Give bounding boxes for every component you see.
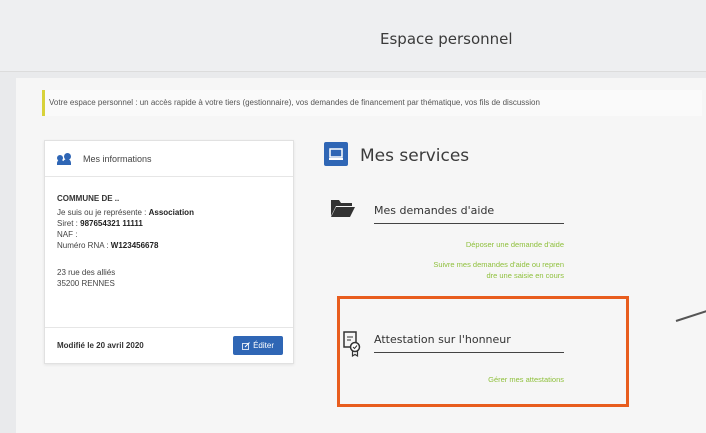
info-card: Mes informations COMMUNE DE .. Je suis o… (44, 140, 294, 364)
highlight-box (337, 296, 629, 407)
represent-label: Je suis ou je représente : (57, 208, 149, 217)
demandes-title[interactable]: Mes demandes d'aide (374, 204, 564, 224)
suivre-demandes-line1: Suivre mes demandes d'aide ou repren (433, 260, 564, 269)
services-title: Mes services (360, 146, 470, 166)
represent-line: Je suis ou je représente : Association (57, 207, 293, 218)
info-card-title: Mes informations (83, 153, 152, 164)
page-title: Espace personnel (380, 30, 513, 48)
siret-label: Siret : (57, 219, 81, 228)
monitor-icon (324, 142, 348, 166)
siret-value: 987654321 11111 (80, 219, 143, 228)
intro-banner: Votre espace personnel : un accès rapide… (42, 90, 702, 116)
address-line1: 23 rue des alliés (57, 268, 116, 277)
folder-open-icon (331, 200, 355, 217)
rna-line: Numéro RNA : W123456678 (57, 240, 293, 251)
info-card-header: Mes informations (45, 141, 293, 177)
info-card-body: COMMUNE DE .. Je suis ou je représente :… (45, 177, 293, 289)
suivre-demandes-link[interactable]: Suivre mes demandes d'aide ou repren dre… (433, 259, 564, 281)
org-name: COMMUNE DE .. (57, 194, 120, 203)
edit-button-label: Éditer (253, 341, 274, 350)
users-icon (57, 152, 71, 165)
edit-button[interactable]: Éditer (233, 336, 283, 355)
modified-date: Modifié le 20 avril 2020 (57, 341, 144, 350)
suivre-demandes-line2: dre une saisie en cours (486, 271, 564, 280)
naf-line: NAF : (57, 230, 78, 239)
edit-icon (242, 341, 250, 350)
page-header: Espace personnel (0, 0, 706, 72)
siret-line: Siret : 987654321 11111 (57, 218, 293, 229)
rna-value: W123456678 (110, 241, 159, 250)
rna-label: Numéro RNA : (57, 241, 111, 250)
info-card-footer: Modifié le 20 avril 2020 Éditer (45, 327, 293, 363)
address-line2: 35200 RENNES (57, 279, 115, 288)
depot-demande-link[interactable]: Déposer une demande d'aide (466, 239, 564, 250)
represent-value: Association (148, 208, 194, 217)
